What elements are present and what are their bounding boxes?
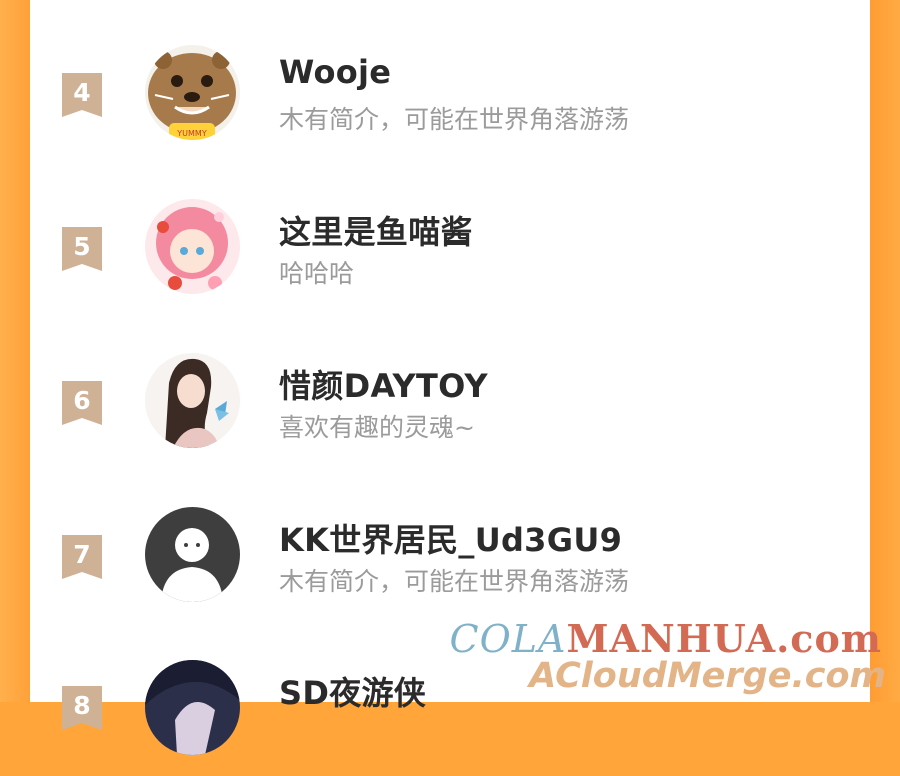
user-bio: 木有简介，可能在世界角落游荡: [279, 105, 630, 134]
user-bio: 木有简介，可能在世界角落游荡: [279, 567, 630, 596]
watermark-line2: ACloudMerge.com: [529, 656, 886, 696]
avatar[interactable]: [145, 353, 240, 448]
avatar[interactable]: [145, 199, 240, 294]
user-bio: 喜欢有趣的灵魂~: [279, 413, 475, 442]
avatar[interactable]: [145, 660, 240, 755]
right-orange-border: [870, 0, 900, 702]
list-item[interactable]: 7 KK世界居民_Ud3GU9 木有简介，可能在世界角落游荡: [30, 482, 870, 622]
user-bio: 哈哈哈: [279, 259, 355, 288]
avatar[interactable]: [145, 507, 240, 602]
rank-number: 6: [73, 386, 91, 415]
user-name[interactable]: 这里是鱼喵酱: [279, 207, 473, 253]
list-item[interactable]: 5 这里是鱼喵酱 哈哈哈: [30, 174, 870, 314]
user-name[interactable]: 惜颜DAYTOY: [279, 361, 488, 407]
list-item[interactable]: 6 惜颜DAYTOY 喜欢有趣的灵魂~: [30, 328, 870, 468]
rank-badge: 8: [60, 686, 104, 730]
dark-hair-avatar-icon: [145, 660, 240, 755]
rank-badge: 6: [60, 381, 104, 425]
butterfly-girl-avatar-icon: [145, 353, 240, 448]
user-name[interactable]: KK世界居民_Ud3GU9: [279, 515, 622, 561]
rank-badge: 7: [60, 535, 104, 579]
pink-girl-avatar-icon: [145, 199, 240, 294]
rank-badge: 4: [60, 73, 104, 117]
user-name[interactable]: Wooje: [279, 53, 391, 91]
ranking-list: 4 YUMMY Wooje 木有简介，可能在世界角落游荡 5 这里是鱼喵酱 哈哈…: [30, 0, 870, 755]
rank-number: 7: [73, 540, 91, 569]
default-avatar-icon: [145, 507, 240, 602]
watermark-cola: COLA: [449, 617, 567, 661]
watermark-line1: COLAMANHUA.com: [450, 616, 882, 661]
watermark: COLAMANHUA.com ACloudMerge.com: [450, 612, 886, 702]
user-name[interactable]: SD夜游侠: [279, 668, 426, 714]
watermark-manhua: MANHUA.com: [566, 616, 882, 661]
avatar[interactable]: YUMMY: [145, 45, 240, 140]
left-orange-border: [0, 0, 30, 702]
rank-number: 8: [73, 691, 91, 720]
svg-text:YUMMY: YUMMY: [176, 129, 207, 138]
rank-number: 4: [73, 78, 91, 107]
otter-avatar-icon: YUMMY: [145, 45, 240, 140]
list-item[interactable]: 4 YUMMY Wooje 木有简介，可能在世界角落游荡: [30, 20, 870, 160]
rank-badge: 5: [60, 227, 104, 271]
rank-number: 5: [73, 232, 91, 261]
